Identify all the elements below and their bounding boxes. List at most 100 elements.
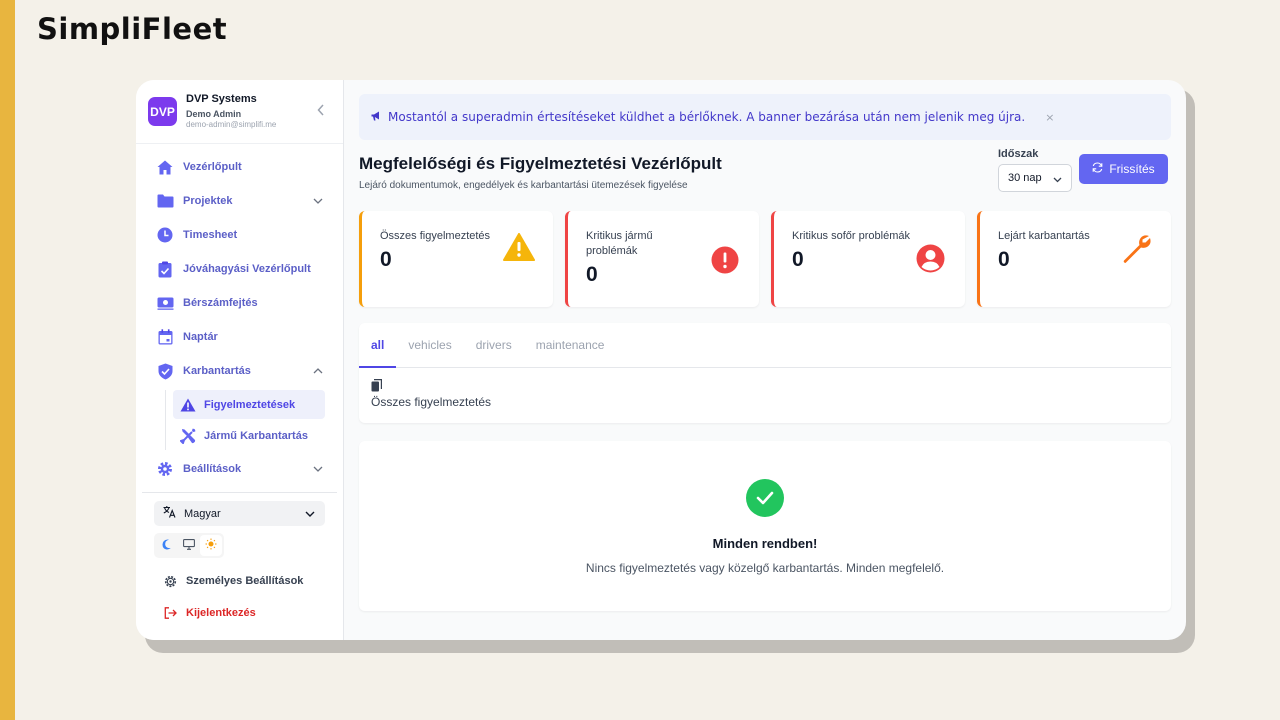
sidebar-item-berszamfejtes[interactable]: Bérszámfejtés xyxy=(136,286,343,320)
sidebar-item-label: Karbantartás xyxy=(183,365,251,377)
stat-card-label: Összes figyelmeztetés xyxy=(380,230,491,242)
stat-card-total-alerts: Összes figyelmeztetés 0 xyxy=(359,211,553,307)
settings-icon xyxy=(163,575,177,588)
empty-state-panel: Minden rendben! Nincs figyelmeztetés vag… xyxy=(359,441,1171,611)
alerts-tabs: all vehicles drivers maintenance xyxy=(359,323,1171,368)
chevron-left-icon[interactable] xyxy=(317,104,325,120)
org-logo: DVP xyxy=(148,97,177,126)
brand-title: SimpliFleet xyxy=(37,12,228,46)
check-circle-icon xyxy=(746,479,784,517)
personal-settings-link[interactable]: Személyes Beállítások xyxy=(136,565,343,597)
logout-label: Kijelentkezés xyxy=(186,607,256,619)
empty-state-title: Minden rendben! xyxy=(712,536,818,551)
dark-theme-button[interactable] xyxy=(156,535,178,556)
period-label: Időszak xyxy=(998,148,1039,160)
banner-close-button[interactable]: × xyxy=(1045,111,1054,124)
sidebar-item-vezerlopult[interactable]: Vezérlőpult xyxy=(136,150,343,184)
page-header: Megfelelőségi és Figyelmeztetési Vezérlő… xyxy=(359,148,1171,216)
sidebar-item-jovahagyasi-vezerlopult[interactable]: Jóváhagyási Vezérlőpult xyxy=(136,252,343,286)
stats-cards: Összes figyelmeztetés 0 Kritikus jármű p… xyxy=(359,211,1171,307)
sidebar-subitem-label: Jármű Karbantartás xyxy=(204,429,308,442)
monitor-icon xyxy=(183,538,195,553)
money-icon xyxy=(156,294,174,312)
sidebar-item-karbantartas[interactable]: Karbantartás xyxy=(136,354,343,388)
org-switcher[interactable]: DVP DVP Systems Demo Admin demo-admin@si… xyxy=(136,80,343,144)
alerts-tabs-panel: all vehicles drivers maintenance Összes … xyxy=(359,323,1171,423)
period-selector: Időszak 30 nap xyxy=(998,148,1072,192)
moon-icon xyxy=(162,539,173,553)
sidebar-item-label: Beállítások xyxy=(183,463,242,475)
stat-card-overdue-maintenance: Lejárt karbantartás 0 xyxy=(977,211,1171,307)
empty-state-subtitle: Nincs figyelmeztetés vagy közelgő karban… xyxy=(585,561,945,575)
calendar-icon xyxy=(156,328,174,346)
sidebar: DVP DVP Systems Demo Admin demo-admin@si… xyxy=(136,80,344,640)
sidebar-subitem-label: Figyelmeztetések xyxy=(204,398,296,411)
org-info: DVP Systems Demo Admin demo-admin@simpli… xyxy=(186,93,276,130)
system-theme-button[interactable] xyxy=(178,535,200,556)
light-theme-button[interactable] xyxy=(200,535,222,556)
sidebar-subitem-jarmu-karbantartas[interactable]: Jármű Karbantartás xyxy=(173,421,325,450)
sidebar-item-projektek[interactable]: Projektek xyxy=(136,184,343,218)
personal-settings-label: Személyes Beállítások xyxy=(186,575,304,587)
alert-circle-icon xyxy=(711,246,739,278)
announcement-banner: Mostantól a superadmin értesítéseket kül… xyxy=(359,94,1171,140)
clock-icon xyxy=(156,226,174,244)
megaphone-icon xyxy=(371,111,381,124)
tools-icon xyxy=(179,427,196,444)
copy-icon xyxy=(371,379,1171,393)
sidebar-item-label: Vezérlőpult xyxy=(183,161,242,173)
logout-link[interactable]: Kijelentkezés xyxy=(136,597,343,629)
sidebar-item-beallitasok[interactable]: Beállítások xyxy=(136,452,343,486)
refresh-icon xyxy=(1092,162,1103,176)
org-user-name: Demo Admin xyxy=(186,109,242,120)
stat-card-label: Kritikus jármű problémák xyxy=(586,230,653,257)
warning-icon xyxy=(179,396,196,413)
stat-card-critical-driver: Kritikus sofőr problémák 0 xyxy=(771,211,965,307)
language-select[interactable]: Magyar xyxy=(154,501,325,526)
chevron-down-icon xyxy=(1053,174,1062,186)
period-value: 30 nap xyxy=(1008,172,1042,184)
home-icon xyxy=(156,158,174,176)
app-window: DVP DVP Systems Demo Admin demo-admin@si… xyxy=(136,80,1186,640)
sidebar-item-label: Bérszámfejtés xyxy=(183,297,258,309)
org-name: DVP Systems xyxy=(186,93,257,106)
tab-content: Összes figyelmeztetés xyxy=(359,368,1171,409)
sidebar-item-label: Timesheet xyxy=(183,229,238,241)
chevron-down-icon xyxy=(313,195,323,207)
sidebar-divider xyxy=(142,492,337,493)
sidebar-item-naptar[interactable]: Naptár xyxy=(136,320,343,354)
sidebar-item-label: Naptár xyxy=(183,331,218,343)
period-select[interactable]: 30 nap xyxy=(998,164,1072,192)
translate-icon xyxy=(163,506,176,521)
stat-card-critical-vehicle: Kritikus jármű problémák 0 xyxy=(565,211,759,307)
tab-all[interactable]: all xyxy=(359,323,397,368)
tab-maintenance[interactable]: maintenance xyxy=(524,323,617,367)
refresh-button[interactable]: Frissítés xyxy=(1079,154,1168,184)
sidebar-subitem-figyelmeztetesek[interactable]: Figyelmeztetések xyxy=(173,390,325,419)
karbantartas-subnav: Figyelmeztetések Jármű Karbantartás xyxy=(165,390,343,450)
sun-icon xyxy=(205,538,217,553)
gear-icon xyxy=(156,460,174,478)
language-label: Magyar xyxy=(184,507,221,520)
banner-text: Mostantól a superadmin értesítéseket kül… xyxy=(388,110,1026,124)
logout-icon xyxy=(163,607,177,619)
tab-vehicles[interactable]: vehicles xyxy=(396,323,463,367)
sidebar-item-timesheet[interactable]: Timesheet xyxy=(136,218,343,252)
chevron-up-icon xyxy=(313,365,323,377)
chevron-down-icon xyxy=(313,463,323,475)
main-content: Mostantól a superadmin értesítéseket kül… xyxy=(344,80,1186,640)
clipboard-check-icon xyxy=(156,260,174,278)
theme-switcher xyxy=(154,533,224,558)
wrench-icon xyxy=(1121,233,1153,269)
stat-card-label: Kritikus sofőr problémák xyxy=(792,230,910,242)
chevron-down-icon xyxy=(305,508,315,520)
tab-drivers[interactable]: drivers xyxy=(464,323,524,367)
refresh-label: Frissítés xyxy=(1109,162,1155,176)
org-user-email: demo-admin@simplifi.me xyxy=(186,120,277,130)
sidebar-item-label: Projektek xyxy=(183,195,233,207)
left-accent-stripe xyxy=(0,0,15,720)
sidebar-nav: Vezérlőpult Projektek Timesheet Jóváhagy… xyxy=(136,144,343,486)
shield-check-icon xyxy=(156,362,174,380)
sidebar-item-label: Jóváhagyási Vezérlőpult xyxy=(183,263,311,275)
tab-content-label: Összes figyelmeztetés xyxy=(371,395,492,409)
